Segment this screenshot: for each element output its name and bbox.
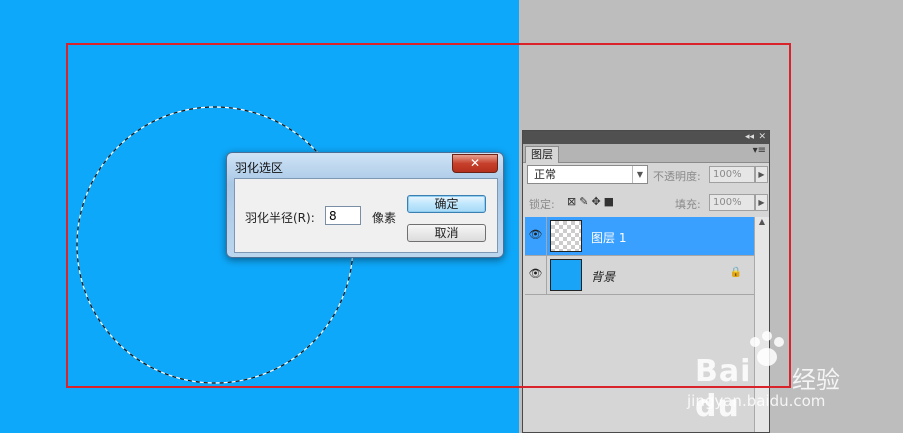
layer-thumbnail bbox=[550, 259, 582, 291]
layer-name: 背景 bbox=[591, 270, 616, 284]
watermark-url: jingyan.baidu.com bbox=[687, 392, 826, 410]
dialog-title: 羽化选区 bbox=[235, 161, 284, 175]
fill-input[interactable]: 100% bbox=[709, 194, 755, 211]
lock-paint-icon[interactable]: ✎ bbox=[579, 195, 591, 208]
opacity-input[interactable]: 100% bbox=[709, 166, 755, 183]
panel-menu-icon[interactable]: ▾≡ bbox=[753, 145, 766, 156]
layer-thumbnail bbox=[550, 220, 582, 252]
eye-icon[interactable]: 👁 bbox=[525, 256, 547, 294]
panel-tab-bar: 图层 ▾≡ bbox=[523, 144, 769, 163]
panel-close-icon[interactable]: ✕ bbox=[758, 131, 766, 144]
dialog-close-button[interactable]: ✕ bbox=[452, 154, 498, 173]
cancel-button[interactable]: 取消 bbox=[407, 224, 486, 242]
lock-icon: 🔒 bbox=[729, 267, 742, 278]
opacity-label: 不透明度: bbox=[653, 170, 701, 183]
watermark-brand-cn: 经验 bbox=[792, 366, 840, 394]
feather-radius-input[interactable] bbox=[325, 206, 361, 225]
lock-move-icon[interactable]: ✥ bbox=[591, 195, 603, 208]
scroll-up-icon[interactable]: ▲ bbox=[755, 217, 769, 229]
fill-arrow-icon[interactable]: ▶ bbox=[755, 194, 768, 211]
feather-selection-dialog: 羽化选区 ✕ 羽化半径(R): 像素 确定 取消 bbox=[226, 152, 504, 258]
collapse-icon[interactable]: ◂◂ bbox=[745, 131, 754, 144]
eye-icon[interactable]: 👁 bbox=[525, 217, 547, 255]
lock-options: ⊠✎✥■ bbox=[567, 195, 617, 208]
opacity-arrow-icon[interactable]: ▶ bbox=[755, 166, 768, 183]
layer-row-background[interactable]: 👁 背景 🔒 bbox=[525, 256, 754, 295]
blend-mode-select[interactable]: 正常 ▼ bbox=[527, 165, 648, 184]
layer-name: 图层 1 bbox=[591, 231, 627, 245]
feather-radius-label: 羽化半径(R): bbox=[245, 211, 315, 225]
blend-opacity-row: 正常 ▼ 不透明度: 100% ▶ bbox=[527, 165, 768, 187]
lock-all-icon[interactable]: ■ bbox=[604, 195, 617, 208]
chevron-down-icon: ▼ bbox=[632, 166, 647, 183]
dialog-body: 羽化半径(R): 像素 确定 取消 bbox=[234, 178, 498, 253]
watermark-brand: Bai du bbox=[695, 354, 752, 424]
unit-label: 像素 bbox=[372, 211, 397, 225]
lock-label: 锁定: bbox=[529, 198, 555, 211]
tab-layers[interactable]: 图层 bbox=[525, 146, 559, 163]
panel-titlebar[interactable]: ◂◂ ✕ bbox=[523, 131, 769, 144]
blend-mode-value: 正常 bbox=[534, 168, 556, 181]
ok-button[interactable]: 确定 bbox=[407, 195, 486, 213]
layer-row-layer1[interactable]: 👁 图层 1 bbox=[525, 217, 754, 256]
lock-transparent-icon[interactable]: ⊠ bbox=[567, 195, 579, 208]
lock-fill-row: 锁定: ⊠✎✥■ 填充: 100% ▶ bbox=[527, 193, 768, 215]
fill-label: 填充: bbox=[675, 198, 701, 211]
